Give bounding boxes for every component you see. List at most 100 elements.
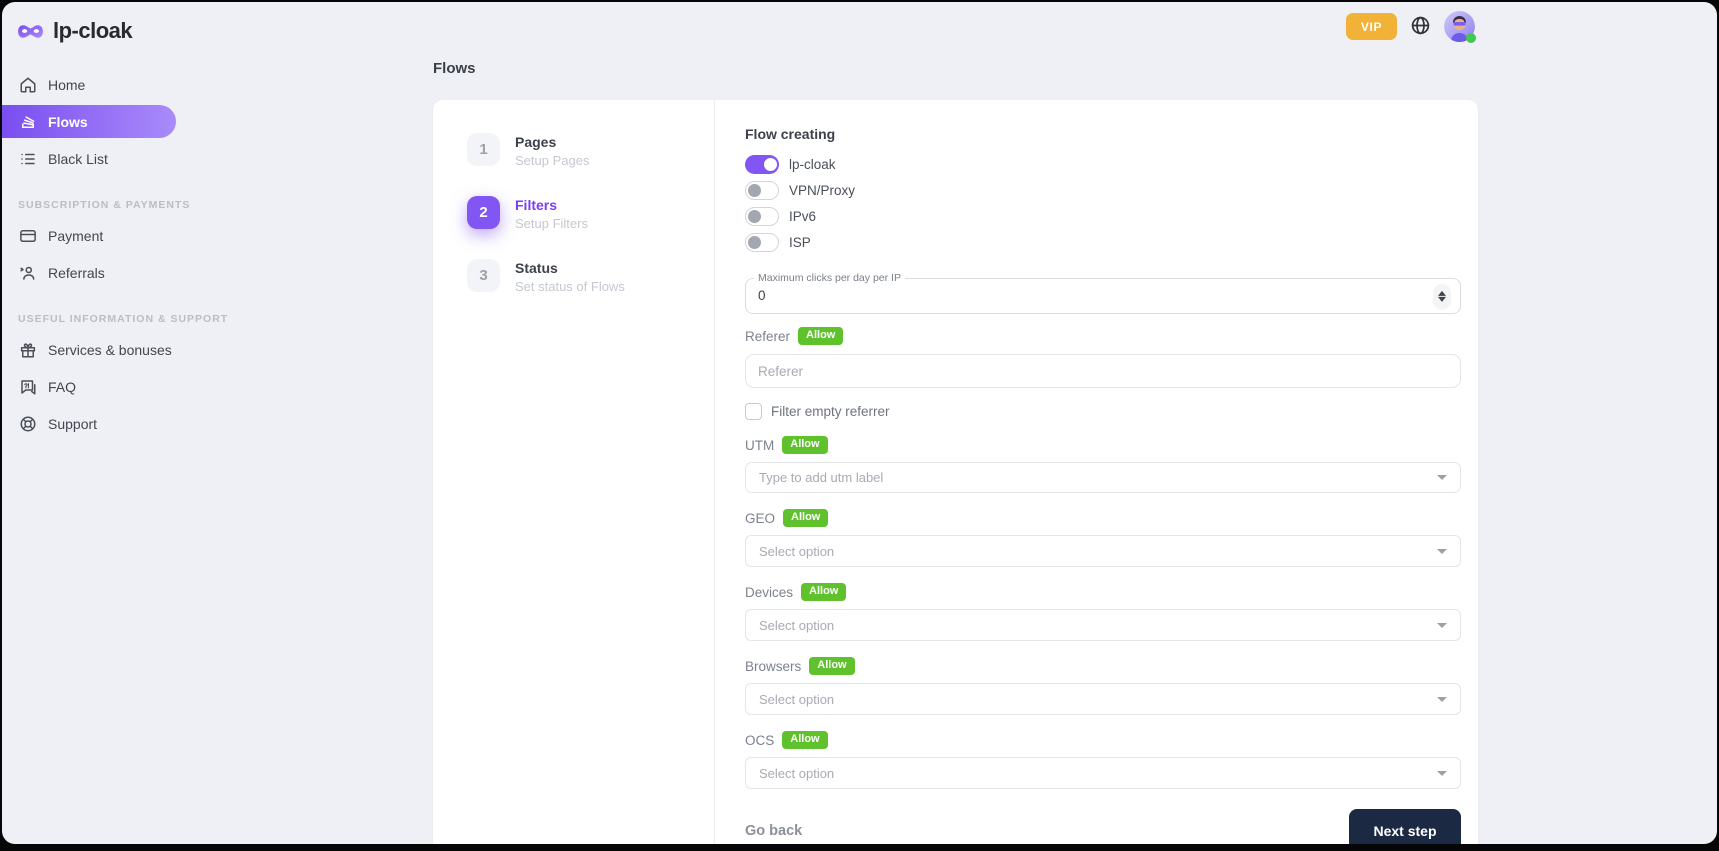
- gift-icon: [18, 340, 37, 359]
- sidebar-item-support[interactable]: Support: [2, 405, 194, 442]
- toggle-label: lp-cloak: [789, 157, 836, 172]
- toggle-row-ipv6: IPv6: [745, 207, 1461, 226]
- ocs-placeholder: Select option: [759, 766, 834, 781]
- sidebar-section-support: USEFUL INFORMATION & SUPPORT: [18, 313, 194, 325]
- step-title: Pages: [515, 133, 589, 150]
- geo-group: GEO Allow Select option: [745, 509, 1461, 567]
- browsers-select[interactable]: Select option: [745, 683, 1461, 715]
- sidebar-item-label: Flows: [48, 114, 88, 130]
- chevron-down-icon: [1437, 475, 1447, 480]
- browsers-placeholder: Select option: [759, 692, 834, 707]
- main-content: Flows 1 Pages Setup Pages 2 Filters Setu…: [433, 2, 1478, 844]
- toggle-label: VPN/Proxy: [789, 183, 855, 198]
- sidebar-item-flows[interactable]: Flows: [2, 105, 176, 138]
- mask-logo-icon: [17, 22, 44, 41]
- lifebuoy-icon: [18, 414, 37, 433]
- sidebar-item-payment[interactable]: Payment: [2, 217, 194, 254]
- sidebar-item-label: Referrals: [48, 265, 105, 281]
- chevron-down-icon: [1437, 623, 1447, 628]
- devices-placeholder: Select option: [759, 618, 834, 633]
- sidebar-item-label: Home: [48, 77, 85, 93]
- toggle-label: ISP: [789, 235, 811, 250]
- devices-allow-badge[interactable]: Allow: [801, 583, 846, 601]
- sidebar-item-referrals[interactable]: Referrals: [2, 254, 194, 291]
- isp-toggle[interactable]: [745, 233, 779, 252]
- faq-bubble-icon: ?!: [18, 377, 37, 396]
- next-step-button[interactable]: Next step: [1349, 809, 1461, 844]
- vpn-proxy-toggle[interactable]: [745, 181, 779, 200]
- list-icon: [18, 149, 37, 168]
- step-number: 3: [467, 259, 500, 292]
- app-window: lp-cloak Home Flows Black List: [2, 2, 1717, 844]
- sidebar-item-label: FAQ: [48, 379, 76, 395]
- browsers-label: Browsers: [745, 659, 801, 674]
- step-subtitle: Setup Pages: [515, 153, 589, 168]
- referer-input[interactable]: [745, 354, 1461, 388]
- stack-icon: [18, 112, 37, 131]
- max-clicks-field: Maximum clicks per day per IP: [745, 272, 1461, 314]
- toggle-row-lp-cloak: lp-cloak: [745, 155, 1461, 174]
- referer-label-row: Referer Allow: [745, 327, 1461, 345]
- step-title: Filters: [515, 196, 588, 213]
- utm-group: UTM Allow Type to add utm label: [745, 436, 1461, 493]
- toggle-row-vpn-proxy: VPN/Proxy: [745, 181, 1461, 200]
- ocs-allow-badge[interactable]: Allow: [782, 731, 827, 749]
- chevron-down-icon: [1437, 549, 1447, 554]
- browsers-allow-badge[interactable]: Allow: [809, 657, 854, 675]
- chevron-down-icon: [1437, 771, 1447, 776]
- step-number: 1: [467, 133, 500, 166]
- devices-select[interactable]: Select option: [745, 609, 1461, 641]
- sidebar-nav: Home Flows Black List SUBSCRIPTION & PAY…: [2, 66, 194, 442]
- number-stepper[interactable]: [1433, 283, 1451, 309]
- page-title: Flows: [433, 60, 1478, 77]
- sidebar-item-services-bonuses[interactable]: Services & bonuses: [2, 331, 194, 368]
- step-filters[interactable]: 2 Filters Setup Filters: [433, 196, 714, 231]
- geo-placeholder: Select option: [759, 544, 834, 559]
- sidebar-item-faq[interactable]: ?! FAQ: [2, 368, 194, 405]
- utm-allow-badge[interactable]: Allow: [782, 436, 827, 454]
- form-actions: Go back Next step: [745, 809, 1461, 844]
- referer-label: Referer: [745, 329, 790, 344]
- flow-creating-card: 1 Pages Setup Pages 2 Filters Setup Filt…: [433, 100, 1478, 844]
- go-back-button[interactable]: Go back: [745, 823, 802, 839]
- geo-allow-badge[interactable]: Allow: [783, 509, 828, 527]
- filter-empty-referrer-checkbox[interactable]: [745, 403, 762, 420]
- toggle-label: IPv6: [789, 209, 816, 224]
- home-icon: [18, 75, 37, 94]
- person-add-icon: [18, 263, 37, 282]
- step-title: Status: [515, 259, 625, 276]
- filters-form: Flow creating lp-cloak VPN/Proxy IPv6 IS…: [715, 100, 1478, 844]
- step-pages[interactable]: 1 Pages Setup Pages: [433, 133, 714, 168]
- sidebar-item-label: Payment: [48, 228, 103, 244]
- sidebar-section-subscription: SUBSCRIPTION & PAYMENTS: [18, 199, 194, 211]
- sidebar-item-black-list[interactable]: Black List: [2, 140, 194, 177]
- brand-logo[interactable]: lp-cloak: [2, 2, 194, 58]
- ocs-group: OCS Allow Select option: [745, 731, 1461, 789]
- sidebar-item-label: Services & bonuses: [48, 342, 172, 358]
- ocs-select[interactable]: Select option: [745, 757, 1461, 789]
- increment-icon: [1438, 291, 1446, 296]
- utm-input[interactable]: Type to add utm label: [745, 462, 1461, 493]
- sidebar-item-label: Black List: [48, 151, 108, 167]
- sidebar-item-home[interactable]: Home: [2, 66, 194, 103]
- step-subtitle: Setup Filters: [515, 216, 588, 231]
- ocs-label: OCS: [745, 733, 774, 748]
- filter-empty-referrer-label: Filter empty referrer: [771, 404, 890, 419]
- utm-label: UTM: [745, 438, 774, 453]
- sidebar-item-label: Support: [48, 416, 97, 432]
- referer-allow-badge[interactable]: Allow: [798, 327, 843, 345]
- browsers-group: Browsers Allow Select option: [745, 657, 1461, 715]
- lp-cloak-toggle[interactable]: [745, 155, 779, 174]
- utm-placeholder: Type to add utm label: [759, 470, 883, 485]
- form-title: Flow creating: [745, 126, 1461, 142]
- step-status[interactable]: 3 Status Set status of Flows: [433, 259, 714, 294]
- ipv6-toggle[interactable]: [745, 207, 779, 226]
- max-clicks-input[interactable]: [758, 284, 1379, 306]
- step-subtitle: Set status of Flows: [515, 279, 625, 294]
- credit-card-icon: [18, 226, 37, 245]
- toggle-row-isp: ISP: [745, 233, 1461, 252]
- decrement-icon: [1438, 297, 1446, 302]
- geo-label: GEO: [745, 511, 775, 526]
- devices-label: Devices: [745, 585, 793, 600]
- geo-select[interactable]: Select option: [745, 535, 1461, 567]
